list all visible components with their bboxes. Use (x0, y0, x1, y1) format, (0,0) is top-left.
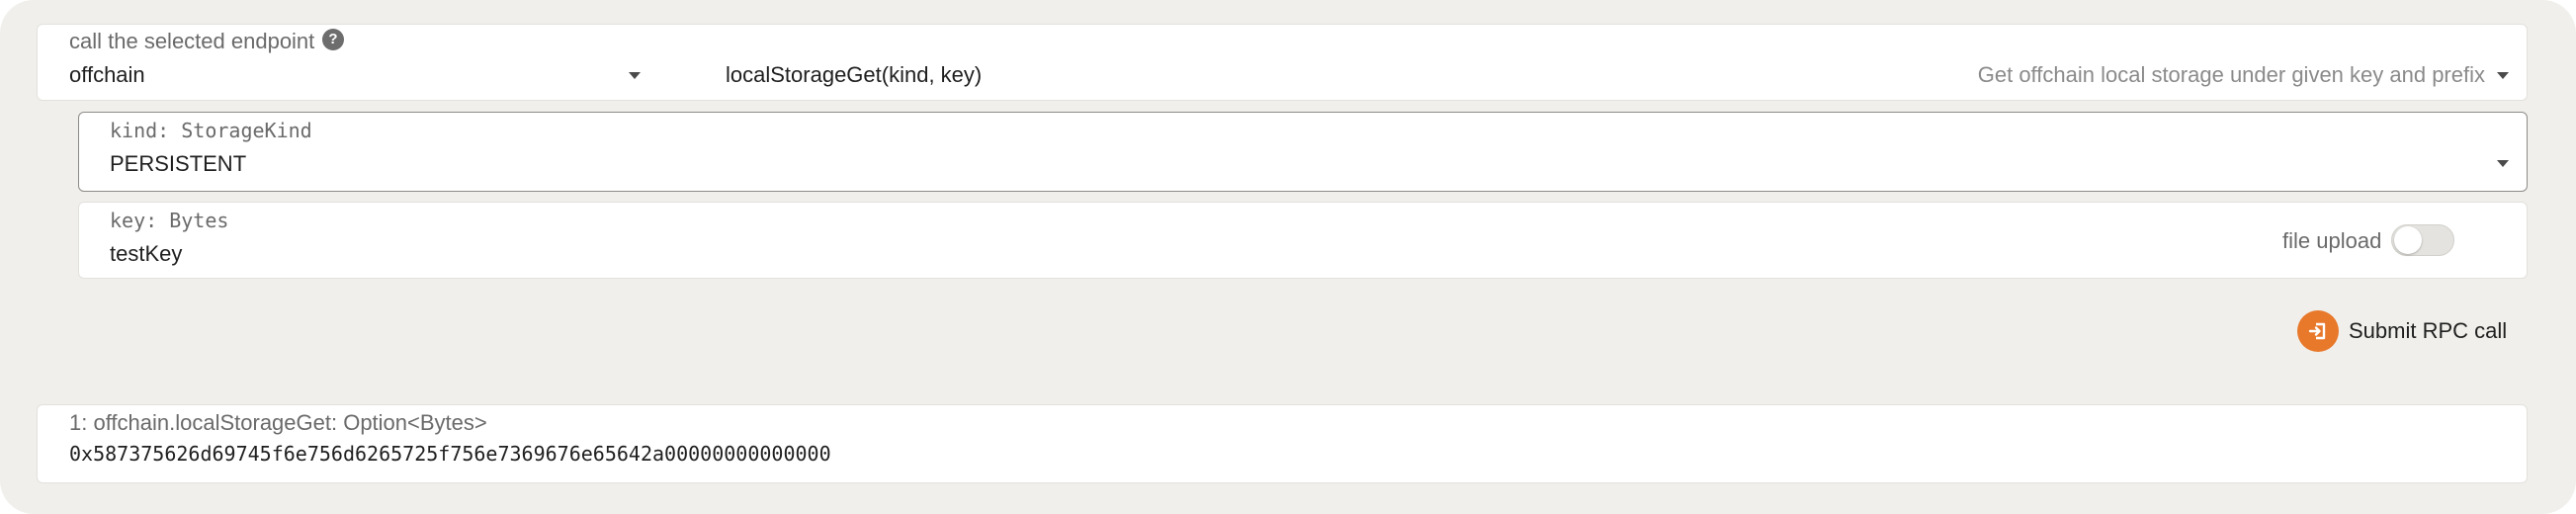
toggle-knob (2394, 226, 2422, 254)
file-upload-label: file upload (2282, 228, 2382, 253)
chevron-down-icon (2497, 160, 2509, 167)
kind-param-label: kind: StorageKind (110, 119, 312, 142)
file-upload-toggle[interactable] (2391, 224, 2454, 256)
result-label: 1: offchain.localStorageGet: Option<Byte… (69, 410, 487, 435)
rpc-calls-panel: call the selected endpoint ? offchain lo… (0, 0, 2576, 514)
key-param-label: key: Bytes (110, 209, 229, 232)
key-param-field: key: Bytes file upload (78, 202, 2528, 279)
method-dropdown[interactable]: localStorageGet(kind, key) Get offchain … (690, 54, 2527, 100)
endpoint-label: call the selected endpoint (69, 29, 315, 53)
method-value: localStorageGet(kind, key) (726, 62, 983, 87)
question-circle-icon[interactable]: ? (322, 29, 344, 50)
kind-param-value: PERSISTENT (110, 151, 247, 176)
chevron-down-icon (629, 72, 641, 79)
result-output: 1: offchain.localStorageGet: Option<Byte… (37, 404, 2528, 483)
submit-label: Submit RPC call (2349, 318, 2508, 343)
chevron-down-icon (2497, 72, 2509, 79)
submit-rpc-call-button[interactable]: Submit RPC call (2297, 310, 2507, 352)
result-value: 0x587375626d69745f6e756d6265725f756e7369… (69, 442, 831, 466)
method-description: Get offchain local storage under given k… (1977, 62, 2485, 87)
endpoint-selector: call the selected endpoint ? offchain lo… (37, 24, 2528, 101)
key-input[interactable] (110, 238, 2225, 270)
sign-in-arrow-icon (2297, 310, 2339, 352)
kind-param-dropdown[interactable]: kind: StorageKind PERSISTENT (78, 112, 2528, 192)
section-dropdown[interactable]: offchain (38, 54, 670, 100)
section-value: offchain (69, 62, 145, 87)
